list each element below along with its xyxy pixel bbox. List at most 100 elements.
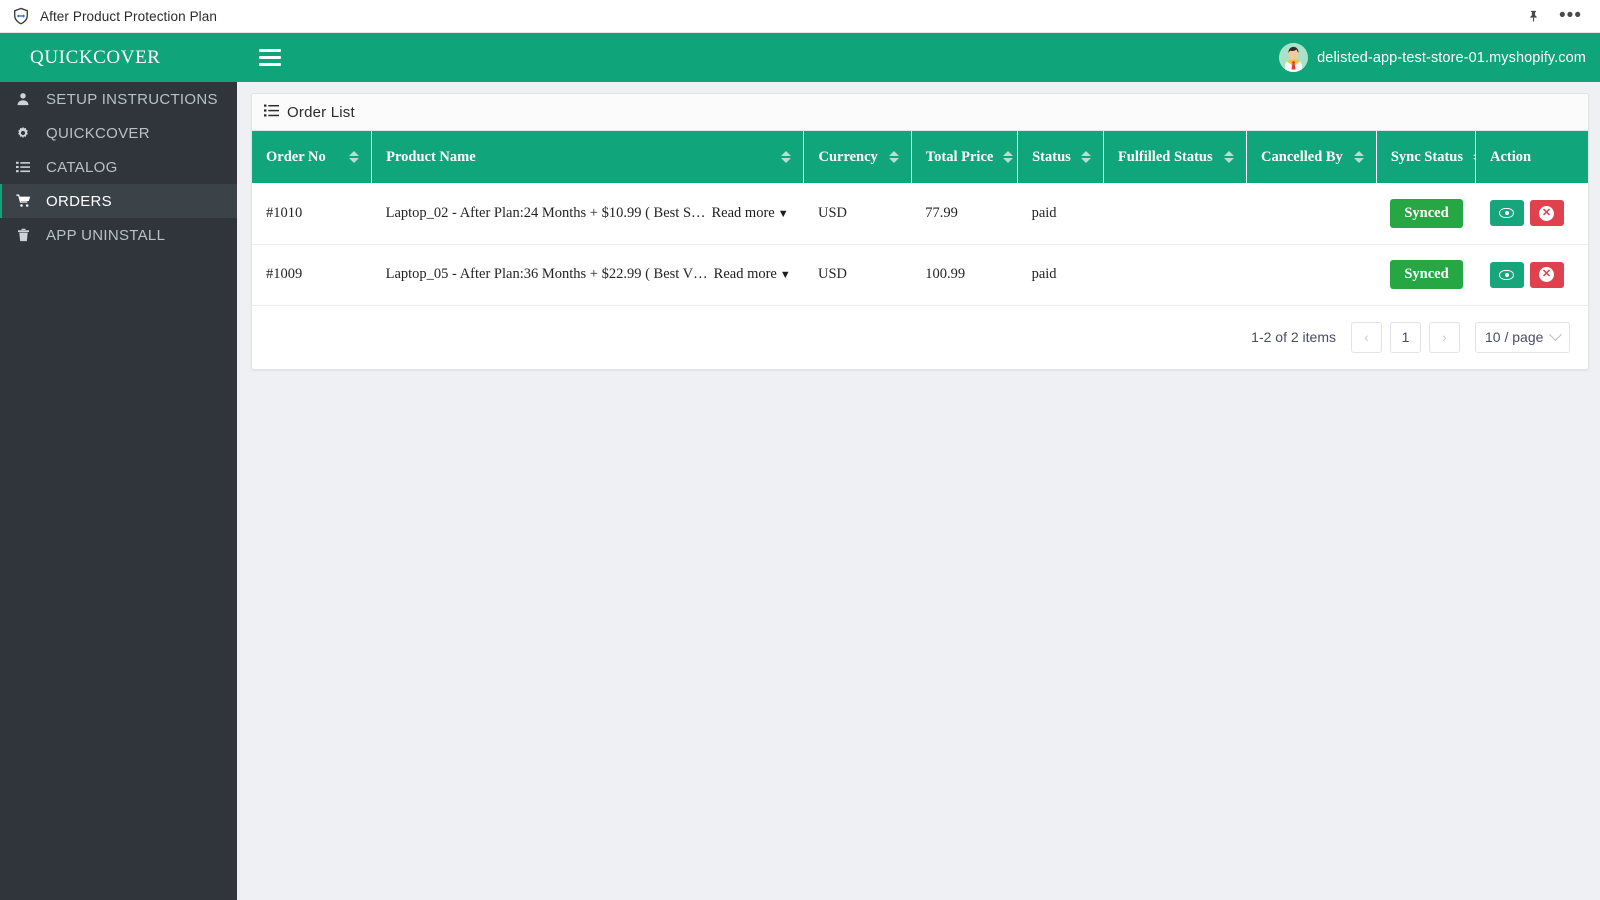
column-label: Cancelled By (1261, 148, 1343, 165)
page-title: After Product Protection Plan (40, 8, 217, 24)
product-name-text: Laptop_05 - After Plan:36 Months + $22.9… (385, 266, 708, 282)
cell-sync-status: Synced (1376, 183, 1476, 245)
column-label: Fulfilled Status (1117, 148, 1213, 165)
cell-currency: USD (803, 244, 912, 306)
cell-order-no: #1009 (252, 244, 372, 306)
sidebar-item-label: ORDERS (46, 192, 112, 210)
column-header-order-no[interactable]: Order No (252, 131, 373, 183)
orders-table-body: #1010 Laptop_02 - After Plan:24 Months +… (252, 183, 1588, 306)
column-header-cancelled-by[interactable]: Cancelled By (1246, 131, 1377, 183)
sidebar-item-label: SETUP INSTRUCTIONS (46, 90, 218, 108)
pagination-prev-button[interactable]: ‹ (1351, 321, 1382, 353)
circle-x-icon: ✕ (1539, 267, 1554, 282)
sidebar-item-quickcover[interactable]: QUICKCOVER (0, 116, 237, 150)
ellipsis-icon[interactable]: ••• (1559, 6, 1582, 25)
pagination-info: 1-2 of 2 items (1251, 329, 1336, 345)
user-icon (14, 92, 32, 106)
table-row: #1009 Laptop_05 - After Plan:36 Months +… (252, 244, 1588, 306)
orders-header-row: Order No Product Name Currency Total Pri… (252, 131, 1588, 183)
cell-sync-status: Synced (1376, 244, 1476, 306)
read-more-link[interactable]: Read more ▼ (714, 266, 791, 283)
column-header-total-price[interactable]: Total Price (911, 131, 1019, 183)
read-more-link[interactable]: Read more ▼ (712, 205, 789, 222)
page-size-select[interactable]: 10 / page (1475, 321, 1570, 353)
page-size-label: 10 / page (1485, 329, 1544, 345)
read-more-label: Read more (711, 204, 775, 221)
sidebar-item-catalog[interactable]: CATALOG (0, 150, 237, 184)
column-header-action: Action (1476, 131, 1589, 183)
column-label: Status (1032, 148, 1071, 165)
chevron-down-icon: ▼ (777, 207, 789, 220)
sidebar-item-setup-instructions[interactable]: SETUP INSTRUCTIONS (0, 82, 237, 116)
sidebar-item-app-uninstall[interactable]: APP UNINSTALL (0, 218, 237, 252)
sort-toggle-icon[interactable] (1003, 151, 1014, 163)
read-more-label: Read more (713, 266, 777, 282)
column-label: Product Name (386, 148, 476, 165)
column-header-product-name[interactable]: Product Name (371, 131, 805, 183)
sort-toggle-icon[interactable] (781, 151, 792, 163)
main-region: delisted-app-test-store-01.myshopify.com (237, 33, 1600, 900)
column-label: Action (1490, 148, 1532, 165)
user-avatar (1279, 43, 1309, 72)
cell-cancelled-by (1246, 183, 1377, 245)
cell-action: ✕ (1475, 183, 1588, 245)
cancel-order-button[interactable]: ✕ (1529, 261, 1564, 288)
sort-toggle-icon[interactable] (1353, 151, 1364, 163)
column-header-currency[interactable]: Currency (803, 131, 912, 183)
app-shell: QUICKCOVER SETUP INSTRUCTIONS QUICKCOVER (0, 33, 1600, 900)
pin-icon[interactable] (1526, 9, 1541, 24)
sort-toggle-icon[interactable] (349, 151, 360, 163)
sidebar-item-label: CATALOG (46, 158, 118, 176)
column-header-status[interactable]: Status (1017, 131, 1104, 183)
cell-status: paid (1017, 244, 1104, 306)
gear-icon (14, 126, 32, 140)
table-row: #1010 Laptop_02 - After Plan:24 Months +… (252, 183, 1588, 245)
pagination-next-button[interactable]: › (1429, 321, 1460, 353)
eye-icon (1499, 269, 1514, 280)
chevron-down-icon (1549, 327, 1562, 341)
store-account[interactable]: delisted-app-test-store-01.myshopify.com (1279, 43, 1592, 72)
sort-toggle-icon[interactable] (888, 151, 899, 163)
eye-icon (1499, 208, 1514, 219)
column-header-sync-status[interactable]: Sync Status (1376, 131, 1477, 183)
column-header-fulfilled-status[interactable]: Fulfilled Status (1103, 131, 1248, 183)
content-area: Order List Order No Product Name Currenc… (237, 82, 1600, 900)
card-title: Order List (287, 103, 355, 121)
pagination-page-1[interactable]: 1 (1390, 321, 1421, 353)
product-name-text: Laptop_02 - After Plan:24 Months + $10.9… (385, 204, 706, 221)
cell-cancelled-by (1246, 244, 1377, 306)
sidebar-brand: QUICKCOVER (0, 33, 237, 82)
sort-toggle-icon[interactable] (1080, 151, 1091, 163)
pagination: 1-2 of 2 items ‹ 1 › 10 / page (252, 305, 1588, 369)
sidebar-item-orders[interactable]: ORDERS (0, 184, 237, 218)
orders-table-head: Order No Product Name Currency Total Pri… (252, 131, 1588, 183)
cell-fulfilled-status (1103, 244, 1247, 306)
cart-icon (14, 194, 32, 208)
column-label: Order No (266, 148, 326, 165)
title-bar-right: ••• (1526, 6, 1588, 25)
order-list-card: Order List Order No Product Name Currenc… (251, 93, 1589, 370)
top-bar: delisted-app-test-store-01.myshopify.com (237, 33, 1600, 82)
circle-x-icon: ✕ (1539, 205, 1554, 221)
cell-fulfilled-status (1103, 183, 1247, 245)
store-name-label: delisted-app-test-store-01.myshopify.com (1317, 49, 1586, 66)
status-badge: Synced (1390, 198, 1463, 228)
shield-icon (12, 7, 30, 25)
cancel-order-button[interactable]: ✕ (1529, 200, 1564, 227)
cell-action: ✕ (1475, 244, 1588, 306)
cell-product-name: Laptop_05 - After Plan:36 Months + $22.9… (371, 244, 804, 306)
chevron-down-icon: ▼ (779, 269, 791, 281)
view-order-button[interactable] (1489, 200, 1524, 227)
trash-icon (14, 228, 32, 242)
list-icon (264, 103, 279, 121)
sort-toggle-icon[interactable] (1224, 151, 1235, 163)
cell-order-no: #1010 (252, 183, 372, 245)
list-icon (14, 160, 32, 174)
cell-total-price: 77.99 (911, 183, 1018, 245)
view-order-button[interactable] (1489, 261, 1524, 288)
cell-currency: USD (803, 183, 912, 245)
sidebar-item-label: APP UNINSTALL (46, 226, 166, 244)
hamburger-icon[interactable] (259, 49, 281, 66)
orders-table: Order No Product Name Currency Total Pri… (252, 131, 1588, 306)
column-label: Currency (818, 148, 878, 165)
